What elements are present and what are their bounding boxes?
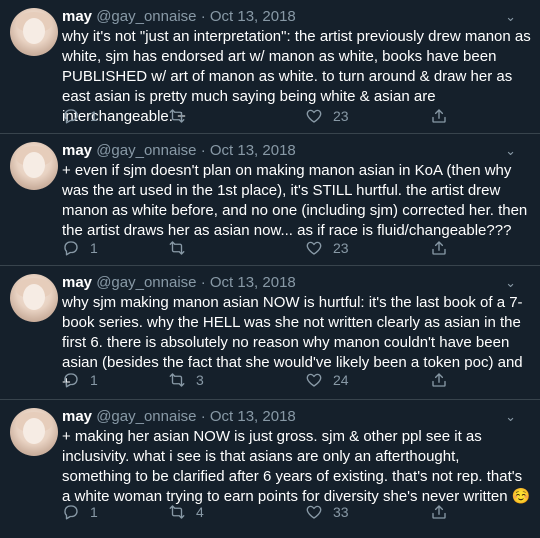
avatar[interactable]	[10, 8, 58, 56]
share-button[interactable]	[430, 238, 448, 258]
like-count: 24	[333, 372, 349, 388]
separator-dot: ·	[200, 8, 206, 25]
retweet-button[interactable]	[168, 106, 196, 126]
user-handle[interactable]: @gay_onnaise	[96, 274, 196, 291]
avatar[interactable]	[10, 274, 58, 322]
reply-count: 1	[90, 504, 98, 520]
retweet-count: 4	[196, 504, 204, 520]
retweet-button[interactable]	[168, 238, 196, 258]
like-count: 23	[333, 108, 349, 124]
reply-icon	[64, 373, 78, 388]
retweet-icon	[169, 241, 185, 255]
tweet-text: + making her asian NOW is just gross. sj…	[62, 428, 531, 505]
display-name[interactable]: may	[62, 274, 92, 291]
tweet-header: may @gay_onnaise · Oct 13, 2018 ⌄	[62, 273, 530, 293]
chevron-down-icon[interactable]: ⌄	[505, 407, 516, 427]
share-icon	[432, 109, 446, 123]
tweet-date[interactable]: Oct 13, 2018	[210, 142, 296, 159]
chevron-down-icon[interactable]: ⌄	[505, 141, 516, 161]
retweet-button[interactable]: 4	[168, 502, 204, 522]
retweet-icon	[169, 373, 185, 387]
share-icon	[432, 373, 446, 387]
tweet[interactable]: may @gay_onnaise · Oct 13, 2018 ⌄ why it…	[0, 0, 540, 134]
tweet[interactable]: may @gay_onnaise · Oct 13, 2018 ⌄ why sj…	[0, 266, 540, 400]
user-handle[interactable]: @gay_onnaise	[96, 408, 196, 425]
tweet-actions: 1 4 33	[62, 502, 540, 522]
separator-dot: ·	[200, 274, 206, 291]
reply-icon	[64, 109, 78, 124]
separator-dot: ·	[200, 408, 206, 425]
tweet-date[interactable]: Oct 13, 2018	[210, 408, 296, 425]
retweet-button[interactable]: 3	[168, 370, 204, 390]
tweet-actions: 1 23	[62, 106, 540, 126]
separator-dot: ·	[200, 142, 206, 159]
share-button[interactable]	[430, 370, 448, 390]
like-button[interactable]: 23	[305, 238, 349, 258]
reply-icon	[64, 241, 78, 256]
share-button[interactable]	[430, 502, 448, 522]
tweet-header: may @gay_onnaise · Oct 13, 2018 ⌄	[62, 141, 530, 161]
tweet-date[interactable]: Oct 13, 2018	[210, 274, 296, 291]
retweet-icon	[169, 505, 185, 519]
reply-button[interactable]: 1	[62, 238, 98, 258]
tweet-actions: 1 3 24	[62, 370, 540, 390]
reply-count: 1	[90, 240, 98, 256]
reply-button[interactable]: 1	[62, 370, 98, 390]
retweet-icon	[169, 109, 185, 123]
like-button[interactable]: 23	[305, 106, 349, 126]
tweet-header: may @gay_onnaise · Oct 13, 2018 ⌄	[62, 7, 530, 27]
heart-icon	[306, 505, 322, 519]
display-name[interactable]: may	[62, 142, 92, 159]
heart-icon	[306, 373, 322, 387]
tweet-header: may @gay_onnaise · Oct 13, 2018 ⌄	[62, 407, 530, 427]
tweet[interactable]: may @gay_onnaise · Oct 13, 2018 ⌄ + maki…	[0, 400, 540, 538]
chevron-down-icon[interactable]: ⌄	[505, 273, 516, 293]
like-count: 33	[333, 504, 349, 520]
user-handle[interactable]: @gay_onnaise	[96, 8, 196, 25]
retweet-count: 3	[196, 372, 204, 388]
tweet-text: + even if sjm doesn't plan on making man…	[62, 162, 528, 239]
reply-count: 1	[90, 108, 98, 124]
heart-icon	[306, 109, 322, 123]
reply-button[interactable]: 1	[62, 106, 98, 126]
reply-icon	[64, 505, 78, 520]
tweet[interactable]: may @gay_onnaise · Oct 13, 2018 ⌄ + even…	[0, 134, 540, 266]
avatar[interactable]	[10, 142, 58, 190]
chevron-down-icon[interactable]: ⌄	[505, 7, 516, 27]
tweet-actions: 1 23	[62, 238, 540, 258]
like-button[interactable]: 24	[305, 370, 349, 390]
share-button[interactable]	[430, 106, 448, 126]
reply-button[interactable]: 1	[62, 502, 98, 522]
like-button[interactable]: 33	[305, 502, 349, 522]
tweet-date[interactable]: Oct 13, 2018	[210, 8, 296, 25]
heart-icon	[306, 241, 322, 255]
like-count: 23	[333, 240, 349, 256]
share-icon	[432, 505, 446, 519]
display-name[interactable]: may	[62, 408, 92, 425]
share-icon	[432, 241, 446, 255]
reply-count: 1	[90, 372, 98, 388]
avatar[interactable]	[10, 408, 58, 456]
display-name[interactable]: may	[62, 8, 92, 25]
user-handle[interactable]: @gay_onnaise	[96, 142, 196, 159]
